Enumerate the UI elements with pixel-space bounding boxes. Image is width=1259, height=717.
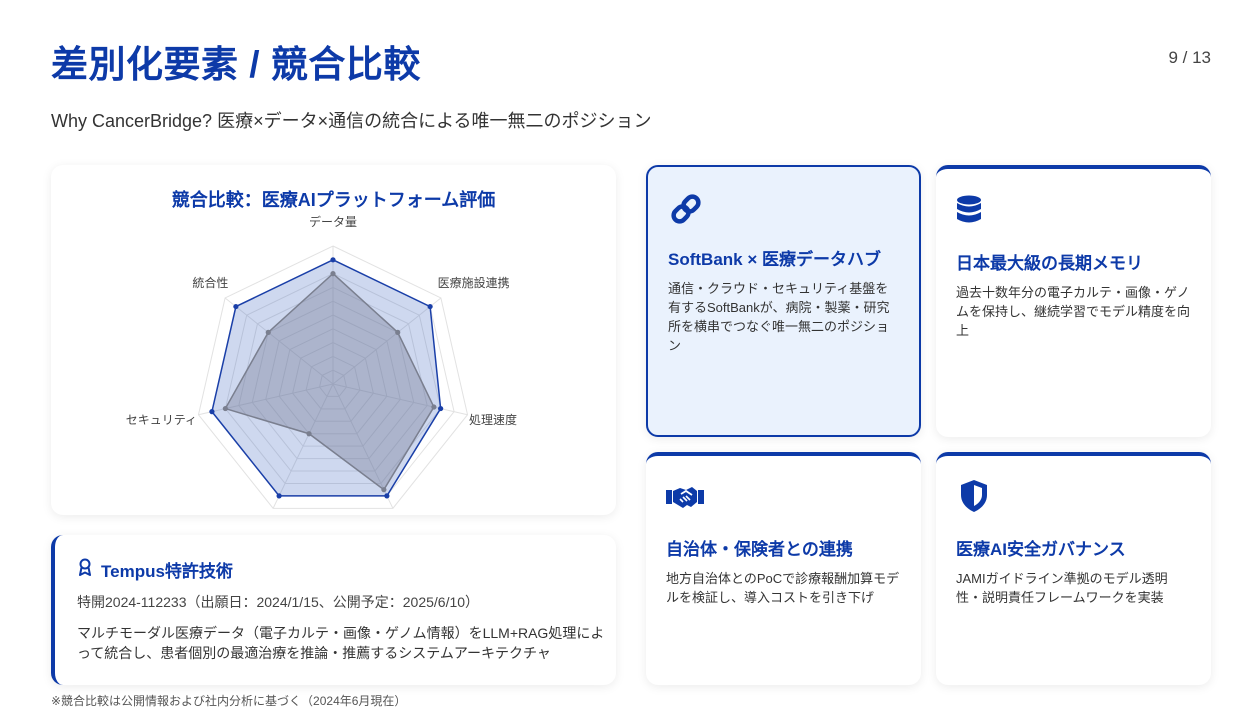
feature-card-softbank-hub: SoftBank × 医療データハブ 通信・クラウド・セキュリティ基盤を有するS… (646, 165, 921, 437)
page-subtitle: Why CancerBridge? 医療×データ×通信の統合による唯一無二のポジ… (51, 111, 652, 131)
axis-label: 医療施設連携 (438, 275, 510, 290)
series-1-point (276, 493, 282, 499)
shield-icon (956, 478, 992, 514)
patent-header: Tempus特許技術 (77, 557, 233, 582)
series-1-point (427, 303, 433, 310)
axis-label: セキュリティ (126, 413, 197, 427)
series-2-point (330, 271, 336, 277)
feature-title: 医療AI安全ガバナンス (956, 540, 1126, 559)
axis-label: 処理速度 (469, 412, 517, 427)
feature-card-ai-governance: 医療AI安全ガバナンス JAMIガイドライン準拠のモデル透明性・説明責任フレーム… (936, 452, 1211, 685)
series-1-point (384, 493, 390, 499)
feature-description: 過去十数年分の電子カルテ・画像・ゲノムを保持し、継続学習でモデル精度を向上 (956, 285, 1191, 338)
feature-title: SoftBank × 医療データハブ (668, 250, 881, 269)
series-1-point (330, 257, 336, 263)
feature-card-municipal-partnership: 自治体・保険者との連携 地方自治体とのPoCで診療報酬加算モデルを検証し、導入コ… (646, 452, 921, 685)
feature-description: 地方自治体とのPoCで診療報酬加算モデルを検証し、導入コストを引き下げ (666, 571, 900, 605)
page-number: 9 / 13 (1168, 48, 1211, 67)
patent-title: Tempus特許技術 (101, 562, 233, 581)
series-1-point (209, 409, 215, 415)
database-icon (956, 193, 992, 229)
series-2-point (395, 329, 401, 335)
patent-description: マルチモーダル医療データ（電子カルテ・画像・ゲノム情報）をLLM+RAG処理によ… (77, 625, 605, 661)
feature-description: 通信・クラウド・セキュリティ基盤を有するSoftBankが、病院・製薬・研究所を… (668, 281, 890, 353)
series-2-point (265, 329, 271, 335)
feature-card-long-term-memory: 日本最大級の長期メモリ 過去十数年分の電子カルテ・画像・ゲノムを保持し、継続学習… (936, 165, 1211, 437)
footnote: ※競合比較は公開情報および社内分析に基づく（2024年6月現在） (51, 694, 407, 708)
series-2-point (431, 404, 437, 410)
series-1-point (233, 303, 239, 310)
radar-chart-card: 競合比較：医療AIプラットフォーム評価 データ量医療施設連携処理速度AIモデル精… (51, 165, 616, 515)
series-2-point (381, 487, 387, 493)
patent-number: 特開2024-112233（出願日：2024/1/15、公開予定：2025/6/… (77, 594, 480, 610)
radar-chart: データ量医療施設連携処理速度AIモデル精度国内対応セキュリティ統合性 (126, 214, 517, 509)
axis-label: データ量 (309, 214, 357, 229)
series-1-point (438, 405, 444, 412)
series-2-point (306, 431, 312, 437)
feature-title: 自治体・保険者との連携 (666, 540, 853, 559)
award-icon (77, 558, 93, 581)
feature-description: JAMIガイドライン準拠のモデル透明性・説明責任フレームワークを実装 (956, 571, 1168, 605)
series-2-point (222, 405, 228, 412)
page-title: 差別化要素 / 競合比較 (51, 44, 421, 85)
axis-label: 統合性 (192, 275, 228, 290)
patent-card: Tempus特許技術 特開2024-112233（出願日：2024/1/15、公… (51, 535, 616, 685)
handshake-icon (666, 478, 704, 514)
link-icon (668, 191, 704, 227)
feature-title: 日本最大級の長期メモリ (956, 254, 1143, 273)
